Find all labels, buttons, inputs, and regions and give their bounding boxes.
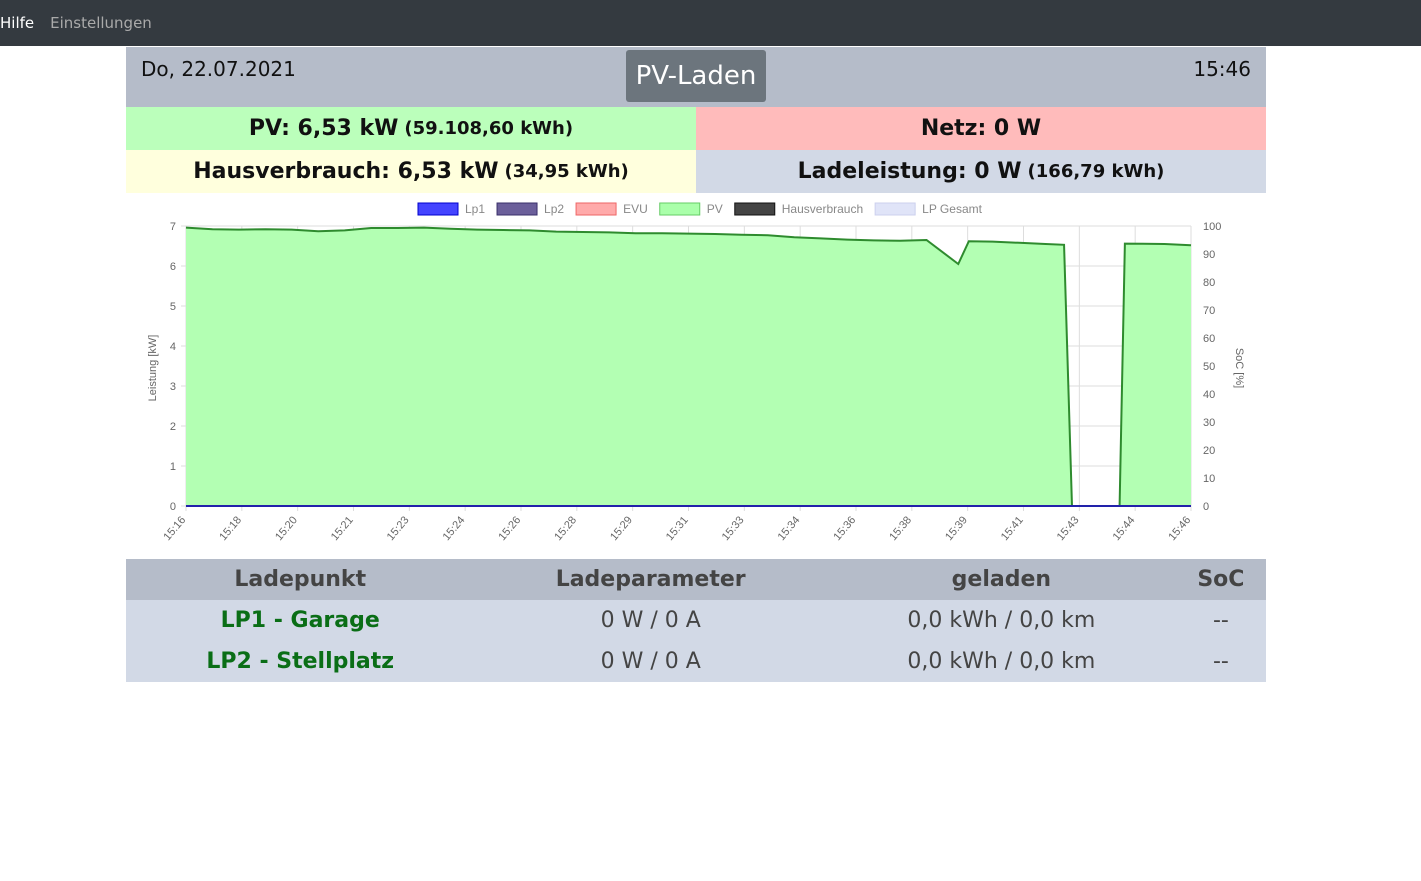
col-header: geladen (826, 559, 1176, 600)
x-tick-label: 15:41 (999, 514, 1026, 543)
lp-charged: 0,0 kWh / 0,0 km (826, 600, 1176, 641)
lade-summary: Ladeleistung: 0 W (166,79 kWh) (696, 150, 1266, 193)
x-tick-label: 15:46 (1166, 514, 1193, 543)
y2-tick-label: 10 (1203, 473, 1215, 485)
legend-swatch (496, 202, 538, 216)
y2-axis-label: SoC [%] (1233, 348, 1245, 388)
y2-tick-label: 0 (1203, 501, 1209, 513)
lp-params: 0 W / 0 A (474, 600, 827, 641)
lade-label: Ladeleistung: 0 W (797, 159, 1022, 184)
legend-swatch (417, 202, 459, 216)
y-axis-label: Leistung [kW] (147, 335, 159, 402)
date: Do, 22.07.2021 (141, 57, 296, 81)
y2-tick-label: 20 (1203, 445, 1215, 457)
legend-label: LP Gesamt (922, 202, 982, 216)
y2-tick-label: 100 (1203, 221, 1221, 233)
netz-label: Netz: 0 W (920, 116, 1042, 141)
y-tick-label: 1 (170, 461, 176, 473)
pv-area (186, 227, 1191, 506)
legend-label: Hausverbrauch (782, 202, 863, 216)
x-tick-label: 15:29 (608, 514, 635, 543)
x-tick-label: 15:34 (776, 514, 803, 543)
col-header: Ladeparameter (474, 559, 827, 600)
x-tick-label: 15:24 (441, 514, 468, 543)
x-tick-label: 15:31 (664, 514, 691, 543)
nav-hilfe[interactable]: Hilfe (0, 14, 34, 32)
y-tick-label: 3 (170, 381, 176, 393)
x-tick-label: 15:16 (161, 514, 188, 543)
y2-tick-label: 50 (1203, 361, 1215, 373)
header-bar: Do, 22.07.2021 PV-Laden 15:46 (126, 47, 1266, 107)
col-header: SoC (1175, 559, 1266, 600)
pv-energy: (59.108,60 kWh) (404, 118, 574, 139)
y-tick-label: 5 (170, 301, 176, 313)
legend-label: EVU (623, 202, 648, 216)
x-tick-label: 15:26 (496, 514, 523, 543)
y-tick-label: 0 (170, 501, 176, 513)
x-tick-label: 15:33 (720, 514, 747, 543)
lp-soc: -- (1175, 600, 1266, 641)
legend-swatch (734, 202, 776, 216)
x-tick-label: 15:39 (943, 514, 970, 543)
mode-button[interactable]: PV-Laden (626, 50, 766, 102)
lp-name[interactable]: LP1 - Garage (126, 600, 475, 641)
x-tick-label: 15:43 (1055, 514, 1082, 543)
x-tick-label: 15:38 (887, 514, 914, 543)
x-tick-label: 15:23 (385, 514, 412, 543)
table-row: LP1 - Garage 0 W / 0 A 0,0 kWh / 0,0 km -- (126, 600, 1266, 641)
legend-label: Lp2 (544, 202, 564, 216)
x-tick-label: 15:18 (217, 514, 244, 543)
y2-tick-label: 40 (1203, 389, 1215, 401)
y2-tick-label: 80 (1203, 277, 1215, 289)
time: 15:46 (1193, 57, 1251, 81)
legend-swatch (874, 202, 916, 216)
y2-tick-label: 70 (1203, 305, 1215, 317)
lp-params: 0 W / 0 A (474, 641, 827, 682)
haus-label: Hausverbrauch: 6,53 kW (193, 159, 499, 184)
lp-soc: -- (1175, 641, 1266, 682)
y2-tick-label: 90 (1203, 249, 1215, 261)
ladepunkt-table: Ladepunkt Ladeparameter geladen SoC LP1 - G… (126, 559, 1266, 682)
x-tick-label: 15:20 (273, 514, 300, 543)
y2-tick-label: 30 (1203, 417, 1215, 429)
haus-summary: Hausverbrauch: 6,53 kW (34,95 kWh) (126, 150, 696, 193)
top-nav: Hilfe Einstellungen (0, 0, 1421, 46)
x-tick-label: 15:21 (329, 514, 356, 543)
legend-label: PV (707, 202, 723, 216)
table-row: LP2 - Stellplatz 0 W / 0 A 0,0 kWh / 0,0 k… (126, 641, 1266, 682)
lp-name[interactable]: LP2 - Stellplatz (126, 641, 475, 682)
legend-swatch (659, 202, 701, 216)
y-tick-label: 2 (170, 421, 176, 433)
legend-label: Lp1 (465, 202, 485, 216)
y-tick-label: 6 (170, 261, 176, 273)
lade-energy: (166,79 kWh) (1027, 161, 1165, 182)
y-tick-label: 4 (170, 341, 176, 353)
power-chart: Lp1 Lp2 EVU PV Hausverbrauch LP Gesamt 0 1 2 3 4 5 6… (147, 202, 1245, 543)
lp-charged: 0,0 kWh / 0,0 km (826, 641, 1176, 682)
y-tick-label: 7 (170, 221, 176, 233)
legend-swatch (575, 202, 617, 216)
haus-energy: (34,95 kWh) (504, 161, 629, 182)
x-tick-label: 15:44 (1111, 514, 1138, 543)
netz-summary: Netz: 0 W (696, 107, 1266, 150)
pv-label: PV: 6,53 kW (248, 116, 399, 141)
nav-einstellungen[interactable]: Einstellungen (50, 14, 152, 32)
x-tick-label: 15:36 (831, 514, 858, 543)
y2-tick-label: 60 (1203, 333, 1215, 345)
col-header: Ladepunkt (126, 559, 475, 600)
x-tick-label: 15:28 (552, 514, 579, 543)
pv-summary: PV: 6,53 kW (59.108,60 kWh) (126, 107, 696, 150)
